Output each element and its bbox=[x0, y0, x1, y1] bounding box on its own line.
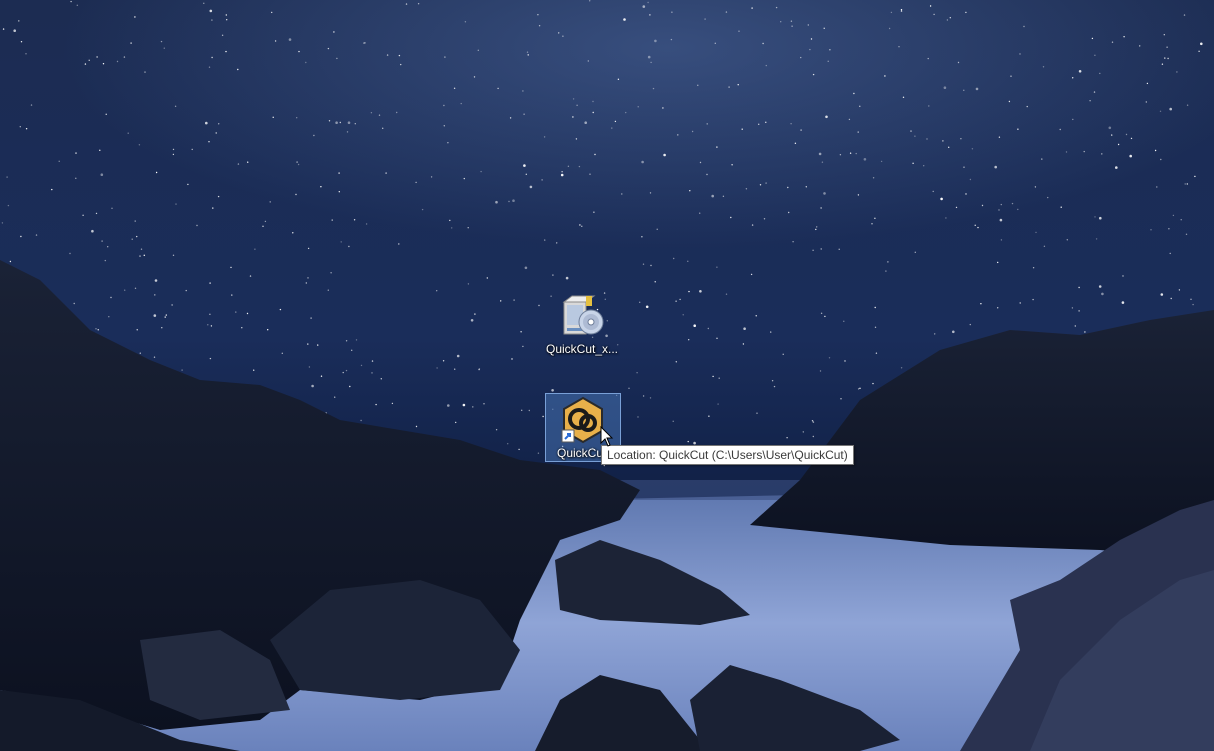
desktop[interactable]: QuickCut_x... QuickCut Location: QuickCu… bbox=[0, 0, 1214, 751]
installer-icon bbox=[562, 295, 604, 335]
location-tooltip: Location: QuickCut (C:\Users\User\QuickC… bbox=[601, 445, 854, 465]
mouse-cursor-icon bbox=[600, 426, 614, 447]
desktop-icon-installer[interactable]: QuickCut_x... bbox=[544, 290, 620, 357]
wallpaper-background bbox=[0, 0, 1214, 751]
installer-icon-label: QuickCut_x... bbox=[545, 342, 619, 356]
